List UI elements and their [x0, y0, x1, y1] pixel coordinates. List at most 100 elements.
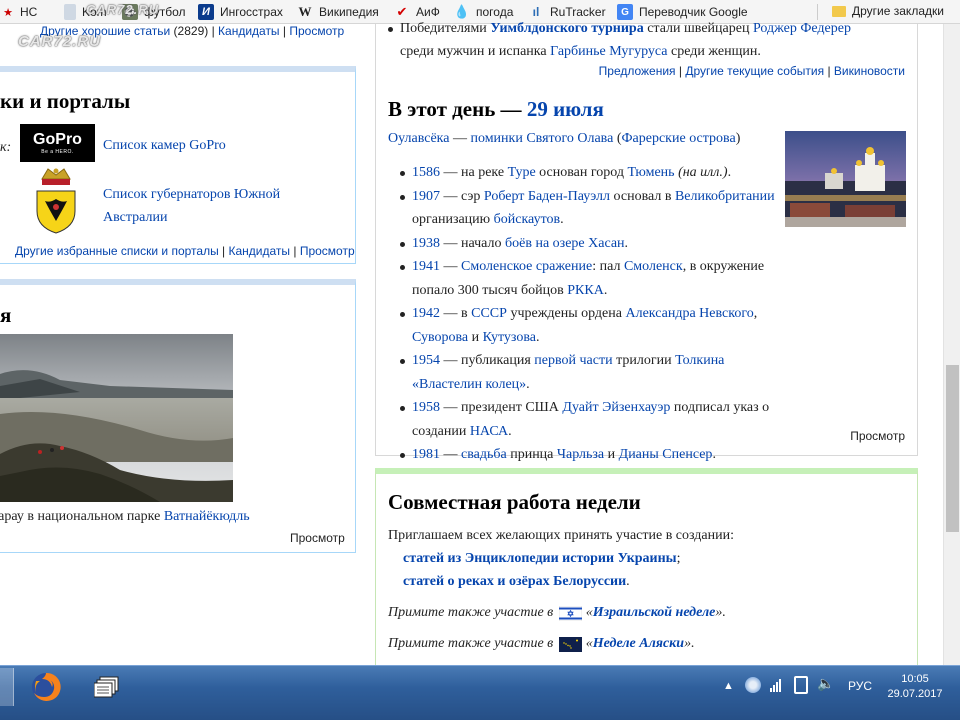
view-link[interactable]: Просмотр [300, 244, 355, 258]
other-events-link[interactable]: Другие текущие события [685, 64, 824, 78]
event-link[interactable]: 1938 [412, 236, 440, 251]
view-link[interactable]: Просмотр [289, 24, 344, 38]
battery-icon[interactable] [794, 676, 808, 694]
event-link[interactable]: Великобритании [675, 189, 775, 204]
federer-link[interactable]: Роджер Федерер [753, 21, 851, 36]
event-link[interactable]: Смоленское сражение [461, 259, 592, 274]
quote: « [585, 605, 593, 620]
collab-heading: Совместная работа недели [388, 490, 641, 514]
bookmark-other[interactable]: Другие закладки [832, 4, 944, 18]
explorer-taskbar-button[interactable] [90, 668, 126, 706]
event-text: . [603, 282, 608, 298]
event-link[interactable]: СССР [471, 306, 507, 321]
event-text: . [508, 423, 512, 439]
faroe-link[interactable]: Фарерские острова [621, 131, 735, 146]
event-item: 1958 — президент США Дуайт Эйзенхауэр по… [400, 396, 780, 443]
volume-icon[interactable]: 🔈 [817, 675, 834, 692]
governors-list-link[interactable]: Список губернаторов Южной Австралии [103, 183, 280, 229]
event-link[interactable]: 1942 [412, 306, 440, 321]
suggestions-link[interactable]: Предложения [599, 64, 676, 78]
event-item: 1981 — свадьба принца Чарльза и Дианы Сп… [400, 443, 780, 467]
event-link[interactable]: 1958 [412, 400, 440, 415]
olavsoka-link[interactable]: Оулавсёка [388, 131, 449, 146]
view-link[interactable]: Просмотр [850, 429, 905, 443]
event-item: 1954 — публикация первой части трилогии … [400, 349, 780, 396]
event-link[interactable]: Кутузова [483, 330, 536, 345]
bookmark-label: Ингосстрах [220, 5, 283, 19]
lists-prefix: ок: [0, 140, 12, 155]
tyumen-photo[interactable] [785, 131, 906, 227]
event-link[interactable]: «Властелин колец» [412, 377, 526, 392]
event-text: — [440, 259, 461, 274]
news-text: среди мужчин и испанка [400, 44, 551, 59]
vatnajokull-link[interactable]: Ватнайёкюдль [164, 509, 250, 524]
governors-list-link-line1[interactable]: Список губернаторов Южной [103, 187, 280, 202]
bookmark-hc[interactable]: ★ HC [2, 4, 37, 20]
event-link[interactable]: 1941 [412, 259, 440, 274]
signal-strength-icon[interactable] [770, 678, 781, 692]
event-text: принца [506, 447, 557, 462]
wimbledon-link[interactable]: Уимблдонского турнира [490, 21, 643, 36]
event-link[interactable]: 1954 [412, 353, 440, 368]
israel-week-link[interactable]: Израильской неделе [593, 605, 716, 621]
event-link[interactable]: Александра Невского [625, 306, 753, 321]
event-item: 1907 — сэр Роберт Баден-Пауэлл основал в… [400, 185, 780, 232]
event-link[interactable]: Роберт Баден-Пауэлл [484, 189, 610, 204]
vertical-scrollbar[interactable] [943, 24, 960, 665]
bookmark-ingosstrakh[interactable]: И Ингосстрах [198, 4, 283, 20]
event-link[interactable]: РККА [567, 283, 604, 298]
show-desktop-edge[interactable] [0, 668, 14, 706]
gopro-logo[interactable]: GoPro Be a HERO. [20, 124, 95, 162]
firefox-taskbar-button[interactable] [26, 668, 66, 706]
tray-expand-icon[interactable]: ▲ [723, 680, 734, 692]
muguruza-link[interactable]: Гарбинье Мугуруса [550, 44, 667, 59]
event-link[interactable]: Тюмень [627, 165, 674, 180]
ukraine-encyclopedia-link[interactable]: статей из Энциклопедии истории Украины [403, 551, 677, 566]
event-link[interactable]: Смоленск [624, 259, 683, 274]
event-link[interactable]: Суворова [412, 330, 468, 345]
date-link[interactable]: 29 июля [527, 97, 604, 121]
news-text: стали швейцарец [643, 21, 753, 36]
event-link[interactable]: НАСА [470, 424, 508, 439]
alaska-week-link[interactable]: Неделе Аляски [593, 636, 684, 652]
candidates-link[interactable]: Кандидаты [218, 24, 280, 38]
event-link[interactable]: бойскаутов [494, 212, 560, 227]
south-australia-arms-icon[interactable] [34, 165, 78, 235]
governors-list-link-line2[interactable]: Австралии [103, 210, 167, 225]
view-link[interactable]: Просмотр [290, 531, 345, 545]
featured-photo[interactable] [0, 334, 233, 502]
candidates-link[interactable]: Кандидаты [229, 244, 291, 258]
event-link[interactable]: 1907 [412, 189, 440, 204]
also-text: Примите также участие в [388, 605, 557, 620]
event-link[interactable]: Туре [508, 165, 536, 180]
event-text: трилогии [612, 353, 676, 368]
input-language[interactable]: РУС [848, 679, 872, 693]
event-link[interactable]: боёв на озере Хасан [505, 236, 625, 251]
event-link[interactable]: Дуайт Эйзенхауэр [562, 400, 670, 415]
suffix: ; [676, 551, 681, 566]
event-link[interactable]: Толкина [675, 353, 724, 368]
watermark: CAR72.RU [86, 2, 160, 17]
event-link[interactable]: свадьба [461, 447, 507, 462]
gopro-list-link[interactable]: Список камер GoPro [103, 138, 226, 154]
network-status-icon[interactable] [745, 677, 761, 693]
intro-text: — [449, 131, 471, 146]
event-link[interactable]: Дианы Спенсер [619, 447, 713, 462]
heading-text: В этот день — [388, 97, 527, 121]
illustration-note: (на илл.) [678, 165, 728, 180]
event-text: — публикация [440, 353, 535, 368]
event-text: . [712, 447, 716, 462]
event-link[interactable]: первой части [534, 353, 612, 368]
event-link[interactable]: 1981 [412, 447, 440, 462]
saint-olaf-link[interactable]: поминки Святого Олава [470, 131, 613, 146]
event-link[interactable]: 1586 [412, 165, 440, 180]
belarus-rivers-link[interactable]: статей о реках и озёрах Белоруссии [403, 574, 626, 589]
other-featured-lists-link[interactable]: Другие избранные списки и порталы [15, 244, 219, 258]
wikinews-link[interactable]: Викиновости [834, 64, 905, 78]
bookmark-wikipedia[interactable]: W Википедия [297, 4, 379, 20]
folder-icon [832, 5, 846, 17]
event-link[interactable]: Чарльза [557, 447, 604, 462]
scrollbar-thumb[interactable] [946, 365, 959, 532]
clock[interactable]: 10:05 29.07.2017 [885, 672, 945, 702]
event-item: 1942 — в СССР учреждены ордена Александр… [400, 302, 780, 349]
